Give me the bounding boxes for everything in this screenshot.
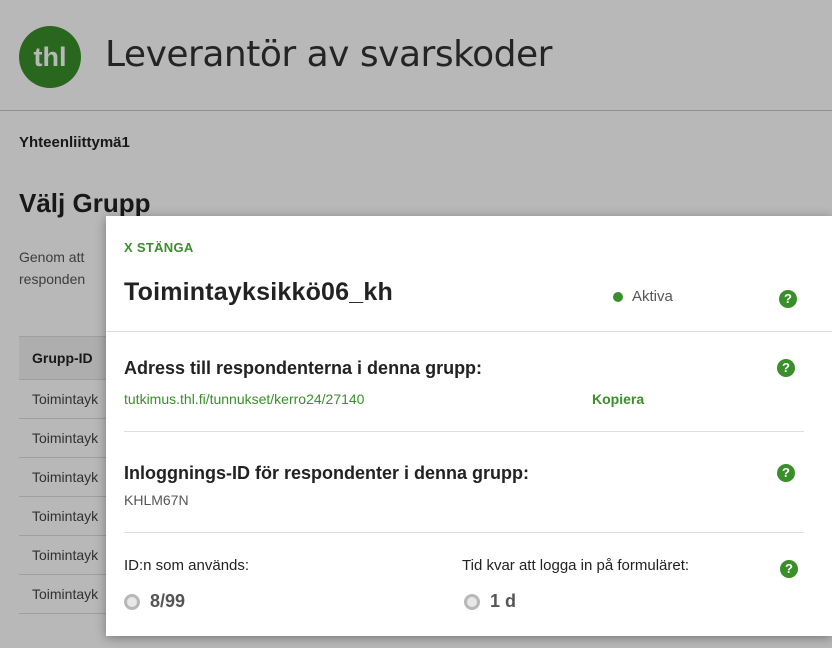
status-label: Aktiva	[632, 288, 673, 305]
time-left-value: 1 d	[464, 591, 516, 612]
help-icon[interactable]: ?	[777, 359, 795, 377]
copy-button[interactable]: Kopiera	[592, 391, 644, 407]
circle-icon	[124, 593, 140, 610]
ids-used-count: 8/99	[150, 591, 186, 611]
help-icon[interactable]: ?	[780, 560, 798, 578]
time-left-days: 1 d	[490, 591, 517, 611]
help-icon[interactable]: ?	[779, 290, 797, 308]
group-name-title: Toimintayksikkö06_kh	[124, 278, 393, 306]
ids-used-value: 8/99	[124, 591, 185, 612]
close-button[interactable]: X STÄNGA	[124, 240, 194, 255]
respondent-address-link[interactable]: tutkimus.thl.fi/tunnukset/kerro24/27140	[124, 391, 364, 407]
group-details-modal: X STÄNGA Toimintayksikkö06_kh Aktiva ? A…	[106, 216, 832, 636]
help-icon[interactable]: ?	[777, 464, 795, 482]
divider	[124, 431, 804, 432]
ids-used-label: ID:n som används:	[124, 557, 250, 574]
login-id-value: KHLM67N	[124, 492, 189, 508]
status-dot-icon	[613, 291, 623, 302]
login-id-label: Inloggnings-ID för respondenter i denna …	[124, 463, 529, 483]
divider	[106, 331, 832, 332]
divider	[124, 532, 804, 533]
address-label: Adress till respondenterna i denna grupp…	[124, 358, 483, 378]
circle-icon	[464, 593, 480, 610]
status-indicator: Aktiva	[613, 288, 673, 305]
time-left-label: Tid kvar att logga in på formuläret:	[462, 557, 690, 574]
